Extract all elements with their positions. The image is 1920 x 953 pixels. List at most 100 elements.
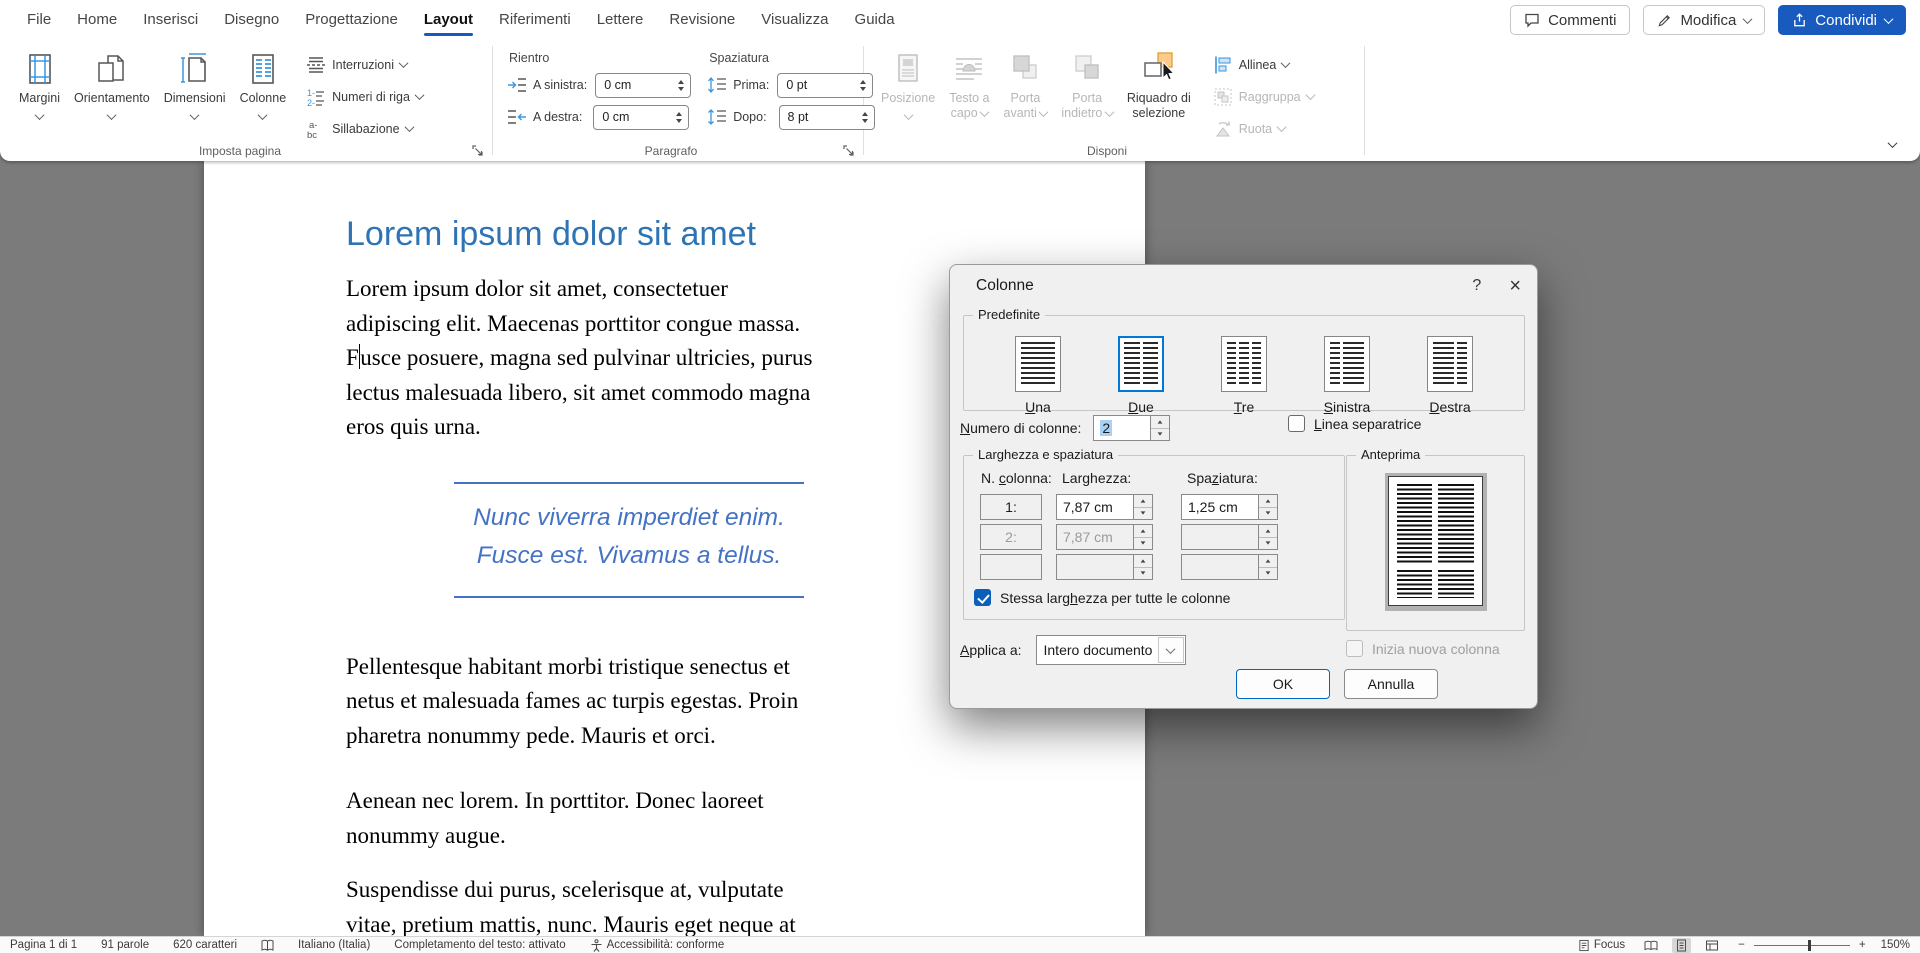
align-icon — [1213, 55, 1233, 75]
tab-riferimenti[interactable]: Riferimenti — [486, 0, 584, 40]
spacing-after-input[interactable]: 8 pt — [779, 105, 875, 130]
align-button[interactable]: Allinea — [1208, 51, 1319, 78]
num-columns-spinbox[interactable]: 2 — [1093, 415, 1170, 441]
one-column-icon — [1015, 336, 1061, 392]
tab-inserisci[interactable]: Inserisci — [130, 0, 211, 40]
hyphenation-icon: a-bc — [306, 119, 326, 139]
line-numbers-button[interactable]: 1-2- Numeri di riga — [301, 83, 428, 110]
paragraph-4: Suspendisse dui purus, scelerisque at, v… — [346, 873, 912, 936]
apply-to-select[interactable]: Intero documento — [1036, 635, 1186, 665]
preset-sinistra[interactable]: Sinistra — [1311, 336, 1383, 415]
focus-mode-button[interactable]: Focus — [1578, 939, 1625, 952]
column-1-width-spinbox[interactable]: 7,87 cm — [1056, 494, 1153, 520]
spin-up-icon[interactable] — [1134, 495, 1152, 508]
zoom-out-button[interactable]: − — [1738, 939, 1745, 951]
breaks-button[interactable]: Interruzioni — [301, 51, 428, 78]
word-count[interactable]: 91 parole — [101, 939, 149, 951]
text-completion[interactable]: Completamento del testo: attivato — [394, 939, 565, 951]
text-wrap-icon — [952, 50, 986, 88]
spin-down-icon[interactable] — [1134, 508, 1152, 520]
spin-down-icon[interactable] — [676, 119, 682, 123]
share-icon — [1792, 13, 1807, 28]
columns-preview — [1385, 473, 1487, 611]
column-1-spacing-spinbox[interactable]: 1,25 cm — [1181, 494, 1278, 520]
zoom-slider[interactable] — [1754, 945, 1850, 946]
chevron-down-icon — [1888, 138, 1898, 148]
spin-up-icon[interactable] — [676, 112, 682, 116]
tab-disegno[interactable]: Disegno — [211, 0, 292, 40]
tab-progettazione[interactable]: Progettazione — [292, 0, 411, 40]
language[interactable]: Italiano (Italia) — [298, 939, 370, 951]
paragraph-1: Lorem ipsum dolor sit amet, consectetuer… — [346, 272, 912, 445]
chevron-down-icon — [415, 90, 425, 100]
column-2-number: 2: — [980, 524, 1042, 550]
presets-groupbox: Predefinite Una Due Tre Sinistra — [963, 315, 1525, 411]
separator-line-checkbox[interactable] — [1288, 415, 1305, 432]
paragraph-dialog-launcher[interactable] — [841, 143, 855, 157]
size-button[interactable]: Dimensioni — [157, 46, 233, 119]
accessibility-status[interactable]: Accessibilità: conforme — [590, 939, 725, 952]
spacing-before-input[interactable]: 0 pt — [777, 73, 873, 98]
tab-file[interactable]: File — [14, 0, 64, 40]
collapse-ribbon-button[interactable] — [1889, 135, 1896, 153]
page-break-icon — [306, 55, 326, 75]
tab-visualizza[interactable]: Visualizza — [748, 0, 841, 40]
preset-una[interactable]: Una — [1002, 336, 1074, 415]
ok-button[interactable]: OK — [1236, 669, 1330, 699]
hyphenation-button[interactable]: a-bc Sillabazione — [301, 115, 428, 142]
num-columns-label: Numero di colonne: — [960, 420, 1081, 436]
document-text[interactable]: Lorem ipsum dolor sit amet Lorem ipsum d… — [346, 161, 912, 936]
margins-button[interactable]: Margini — [12, 46, 67, 119]
spin-up-icon[interactable] — [1151, 416, 1169, 429]
spin-up-icon[interactable] — [1259, 495, 1277, 508]
print-layout-view-button[interactable] — [1672, 938, 1691, 953]
editing-mode-button[interactable]: Modifica — [1643, 5, 1765, 35]
proofing-icon[interactable] — [261, 939, 274, 952]
group-imposta-pagina: Margini Orientamento Dimensioni — [4, 40, 490, 161]
rotate-button: Ruota — [1208, 115, 1319, 142]
width-spacing-groupbox: Larghezza e spaziatura N. colonna: Largh… — [963, 455, 1345, 620]
indent-left-input[interactable]: 0 cm — [595, 73, 691, 98]
chevron-down-icon — [1305, 90, 1315, 100]
orientation-button[interactable]: Orientamento — [67, 46, 157, 119]
spin-down-icon[interactable] — [1259, 508, 1277, 520]
zoom-level[interactable]: 150% — [1881, 939, 1910, 951]
chevron-down-icon — [1039, 107, 1049, 117]
tab-layout[interactable]: Layout — [411, 0, 486, 40]
preset-due[interactable]: Due — [1105, 336, 1177, 415]
preview-groupbox: Anteprima — [1346, 455, 1525, 631]
chevron-down-icon[interactable] — [1158, 637, 1184, 663]
preset-tre[interactable]: Tre — [1208, 336, 1280, 415]
help-button[interactable]: ? — [1472, 277, 1481, 295]
position-button: Posizione — [874, 46, 942, 119]
spin-down-icon[interactable] — [678, 87, 684, 91]
selection-pane-button[interactable]: Riquadro di selezione — [1120, 46, 1198, 121]
page-count[interactable]: Pagina 1 di 1 — [10, 939, 77, 951]
share-button[interactable]: Condividi — [1778, 5, 1906, 35]
spin-down-icon — [1259, 538, 1277, 550]
tab-revisione[interactable]: Revisione — [656, 0, 748, 40]
three-columns-icon — [1221, 336, 1267, 392]
spin-up-icon[interactable] — [678, 80, 684, 84]
dialog-titlebar[interactable]: Colonne ? × — [950, 265, 1537, 307]
columns-button[interactable]: Colonne — [233, 46, 294, 119]
columns-dialog: Colonne ? × Predefinite Una Due Tre — [949, 264, 1538, 709]
spin-down-icon[interactable] — [1151, 429, 1169, 441]
web-layout-view-button[interactable] — [1701, 938, 1723, 953]
cancel-button[interactable]: Annulla — [1344, 669, 1438, 699]
equal-width-checkbox[interactable] — [974, 589, 991, 606]
close-icon[interactable]: × — [1509, 276, 1521, 296]
preset-destra[interactable]: Destra — [1414, 336, 1486, 415]
comments-button[interactable]: Commenti — [1510, 5, 1630, 35]
page-setup-dialog-launcher[interactable] — [470, 143, 484, 157]
col-number-header: N. colonna: — [981, 470, 1052, 486]
tab-lettere[interactable]: Lettere — [584, 0, 657, 40]
tab-guida[interactable]: Guida — [842, 0, 908, 40]
read-mode-view-button[interactable] — [1640, 938, 1662, 953]
zoom-slider-handle[interactable] — [1808, 940, 1811, 951]
equal-width-label: Stessa larghezza per tutte le colonne — [1000, 590, 1230, 606]
tab-home[interactable]: Home — [64, 0, 130, 40]
zoom-in-button[interactable]: + — [1859, 939, 1866, 951]
indent-right-input[interactable]: 0 cm — [593, 105, 689, 130]
char-count[interactable]: 620 caratteri — [173, 939, 237, 951]
